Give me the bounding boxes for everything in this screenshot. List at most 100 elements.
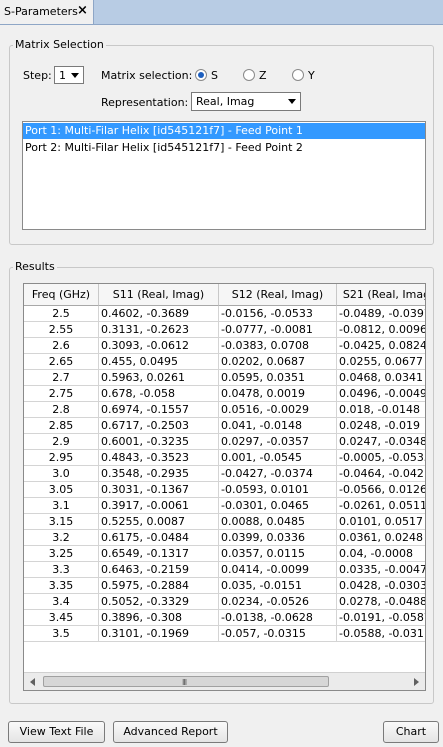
- scrollbar-thumb[interactable]: III: [43, 676, 329, 687]
- table-cell[interactable]: 3.45: [24, 610, 99, 626]
- table-cell[interactable]: 0.0297, -0.0357: [219, 434, 337, 450]
- table-cell[interactable]: 0.0234, -0.0526: [219, 594, 337, 610]
- table-cell[interactable]: -0.0005, -0.0535: [337, 450, 425, 466]
- table-cell[interactable]: 0.6463, -0.2159: [99, 562, 219, 578]
- column-header-s21[interactable]: S21 (Real, Imag: [337, 284, 425, 306]
- table-cell[interactable]: -0.0812, 0.0096: [337, 322, 425, 338]
- table-cell[interactable]: -0.0383, 0.0708: [219, 338, 337, 354]
- table-cell[interactable]: 0.0496, -0.0049: [337, 386, 425, 402]
- table-cell[interactable]: 0.6175, -0.0484: [99, 530, 219, 546]
- table-cell[interactable]: 0.0399, 0.0336: [219, 530, 337, 546]
- tab-s-parameters[interactable]: S-Parameters ×: [0, 0, 94, 24]
- table-cell[interactable]: 3.25: [24, 546, 99, 562]
- table-cell[interactable]: 2.65: [24, 354, 99, 370]
- table-cell[interactable]: 3.1: [24, 498, 99, 514]
- table-cell[interactable]: 0.5052, -0.3329: [99, 594, 219, 610]
- table-cell[interactable]: -0.0566, 0.0126: [337, 482, 425, 498]
- table-cell[interactable]: 2.8: [24, 402, 99, 418]
- table-cell[interactable]: 0.035, -0.0151: [219, 578, 337, 594]
- advanced-report-button[interactable]: Advanced Report: [113, 721, 228, 743]
- close-icon[interactable]: ×: [77, 3, 88, 19]
- table-cell[interactable]: 0.4843, -0.3523: [99, 450, 219, 466]
- scroll-right-icon[interactable]: [414, 678, 419, 686]
- table-cell[interactable]: 0.3896, -0.308: [99, 610, 219, 626]
- table-cell[interactable]: 3.35: [24, 578, 99, 594]
- table-cell[interactable]: -0.0489, -0.0397: [337, 306, 425, 322]
- table-cell[interactable]: 2.5: [24, 306, 99, 322]
- column-header-s12[interactable]: S12 (Real, Imag): [219, 284, 337, 306]
- table-cell[interactable]: 0.0247, -0.0348: [337, 434, 425, 450]
- table-cell[interactable]: 0.0088, 0.0485: [219, 514, 337, 530]
- table-cell[interactable]: 0.0428, -0.0303: [337, 578, 425, 594]
- view-text-file-button[interactable]: View Text File: [8, 721, 105, 743]
- table-cell[interactable]: 0.3917, -0.0061: [99, 498, 219, 514]
- table-cell[interactable]: -0.0301, 0.0465: [219, 498, 337, 514]
- table-cell[interactable]: 0.0468, 0.0341: [337, 370, 425, 386]
- table-cell[interactable]: -0.0261, 0.0511: [337, 498, 425, 514]
- table-cell[interactable]: 3.3: [24, 562, 99, 578]
- table-cell[interactable]: -0.0777, -0.0081: [219, 322, 337, 338]
- table-cell[interactable]: 0.041, -0.0148: [219, 418, 337, 434]
- table-cell[interactable]: 0.001, -0.0545: [219, 450, 337, 466]
- table-cell[interactable]: 2.85: [24, 418, 99, 434]
- table-cell[interactable]: 0.3031, -0.1367: [99, 482, 219, 498]
- table-cell[interactable]: -0.0191, -0.0587: [337, 610, 425, 626]
- table-cell[interactable]: 0.0478, 0.0019: [219, 386, 337, 402]
- radio-z[interactable]: [243, 69, 255, 81]
- table-cell[interactable]: 0.6974, -0.1557: [99, 402, 219, 418]
- table-cell[interactable]: 0.3131, -0.2623: [99, 322, 219, 338]
- chart-button[interactable]: Chart: [383, 721, 439, 743]
- table-cell[interactable]: 2.75: [24, 386, 99, 402]
- table-cell[interactable]: 2.9: [24, 434, 99, 450]
- table-cell[interactable]: 0.0335, -0.0047: [337, 562, 425, 578]
- table-cell[interactable]: 0.455, 0.0495: [99, 354, 219, 370]
- table-cell[interactable]: 3.15: [24, 514, 99, 530]
- table-cell[interactable]: -0.0593, 0.0101: [219, 482, 337, 498]
- table-cell[interactable]: -0.0138, -0.0628: [219, 610, 337, 626]
- table-cell[interactable]: 0.4602, -0.3689: [99, 306, 219, 322]
- table-cell[interactable]: -0.0427, -0.0374: [219, 466, 337, 482]
- table-cell[interactable]: 0.5255, 0.0087: [99, 514, 219, 530]
- step-dropdown[interactable]: 1: [54, 66, 84, 84]
- table-cell[interactable]: 0.018, -0.0148: [337, 402, 425, 418]
- table-cell[interactable]: 0.0248, -0.019: [337, 418, 425, 434]
- scroll-left-icon[interactable]: [30, 678, 35, 686]
- table-cell[interactable]: 3.2: [24, 530, 99, 546]
- results-table[interactable]: Freq (GHz) S11 (Real, Imag) S12 (Real, I…: [23, 283, 426, 691]
- table-cell[interactable]: 3.5: [24, 626, 99, 642]
- port-list[interactable]: Port 1: Multi-Filar Helix [id545121f7] -…: [22, 121, 426, 230]
- port-list-item[interactable]: Port 2: Multi-Filar Helix [id545121f7] -…: [23, 140, 425, 156]
- table-cell[interactable]: 0.0278, -0.0488: [337, 594, 425, 610]
- table-cell[interactable]: 0.0361, 0.0248: [337, 530, 425, 546]
- table-cell[interactable]: 0.0202, 0.0687: [219, 354, 337, 370]
- table-cell[interactable]: 2.6: [24, 338, 99, 354]
- column-header-s11[interactable]: S11 (Real, Imag): [99, 284, 219, 306]
- table-cell[interactable]: 0.0414, -0.0099: [219, 562, 337, 578]
- table-cell[interactable]: 0.0255, 0.0677: [337, 354, 425, 370]
- table-cell[interactable]: 2.55: [24, 322, 99, 338]
- table-cell[interactable]: 0.5963, 0.0261: [99, 370, 219, 386]
- table-cell[interactable]: 0.5975, -0.2884: [99, 578, 219, 594]
- port-list-item[interactable]: Port 1: Multi-Filar Helix [id545121f7] -…: [23, 123, 425, 139]
- table-cell[interactable]: 2.95: [24, 450, 99, 466]
- table-cell[interactable]: 2.7: [24, 370, 99, 386]
- horizontal-scrollbar[interactable]: III: [24, 672, 425, 690]
- table-cell[interactable]: 0.0357, 0.0115: [219, 546, 337, 562]
- table-cell[interactable]: 3.0: [24, 466, 99, 482]
- table-cell[interactable]: -0.0425, 0.0824: [337, 338, 425, 354]
- table-cell[interactable]: 0.6549, -0.1317: [99, 546, 219, 562]
- table-cell[interactable]: 0.0595, 0.0351: [219, 370, 337, 386]
- radio-s[interactable]: [195, 69, 207, 81]
- table-cell[interactable]: -0.0156, -0.0533: [219, 306, 337, 322]
- table-cell[interactable]: 3.05: [24, 482, 99, 498]
- table-cell[interactable]: 0.0101, 0.0517: [337, 514, 425, 530]
- column-header-freq[interactable]: Freq (GHz): [24, 284, 99, 306]
- table-cell[interactable]: 0.3548, -0.2935: [99, 466, 219, 482]
- table-cell[interactable]: -0.0464, -0.0421: [337, 466, 425, 482]
- table-cell[interactable]: 3.4: [24, 594, 99, 610]
- table-cell[interactable]: 0.0516, -0.0029: [219, 402, 337, 418]
- table-cell[interactable]: 0.678, -0.058: [99, 386, 219, 402]
- table-cell[interactable]: 0.3101, -0.1969: [99, 626, 219, 642]
- table-cell[interactable]: 0.04, -0.0008: [337, 546, 425, 562]
- table-cell[interactable]: -0.057, -0.0315: [219, 626, 337, 642]
